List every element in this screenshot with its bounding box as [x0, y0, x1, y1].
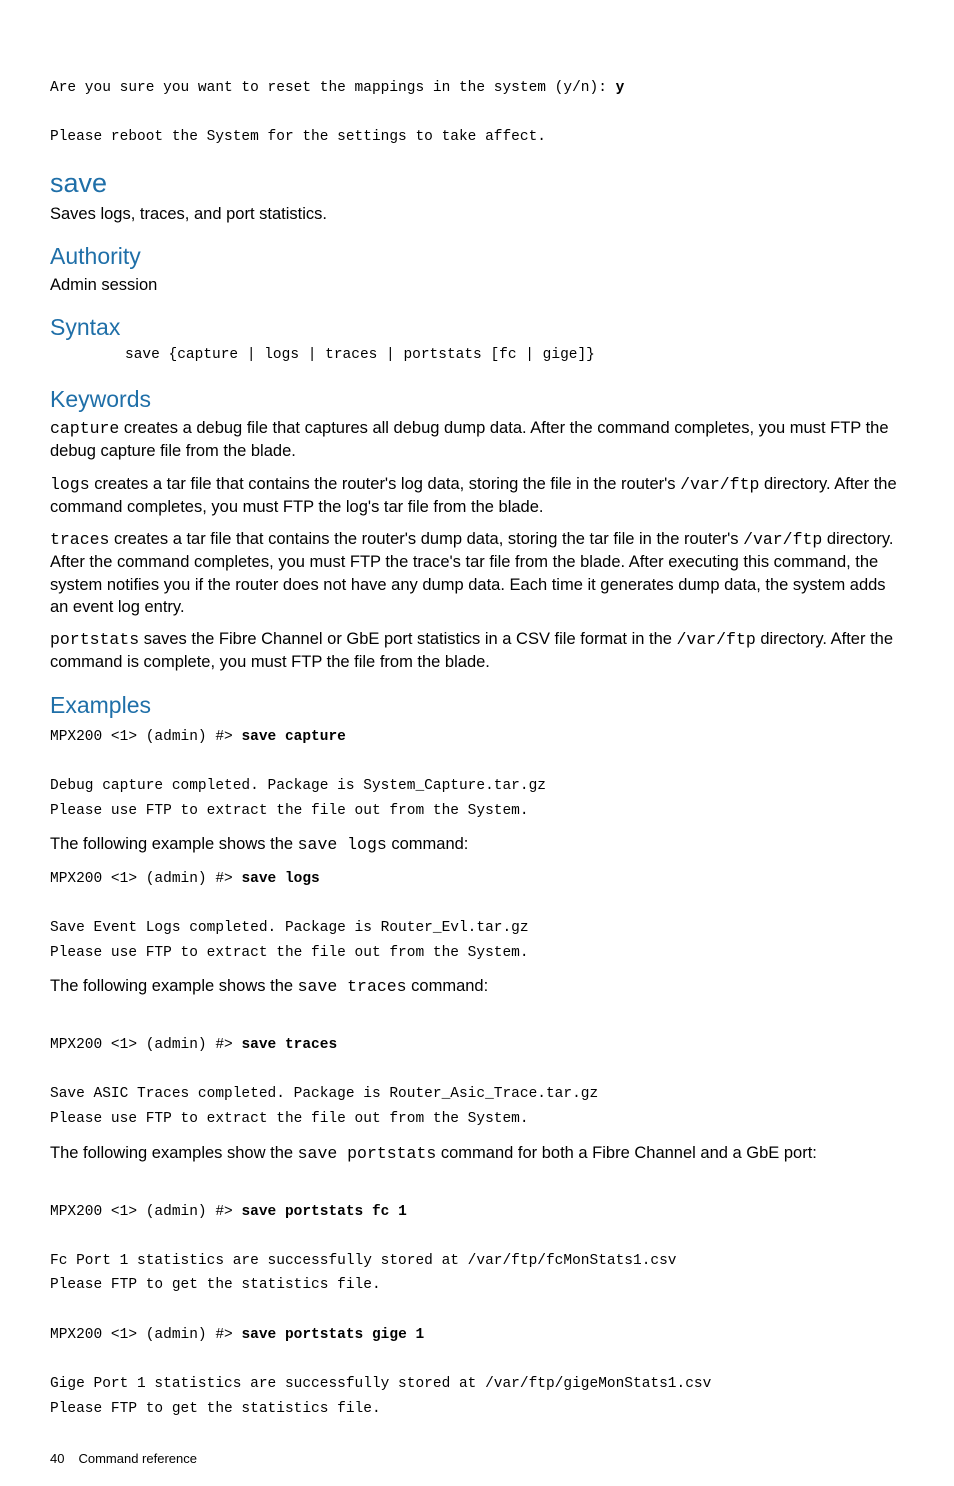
kw-capture-text: creates a debug file that captures all d… [50, 419, 889, 460]
ex4b-cmd: save portstats gige 1 [241, 1327, 424, 1343]
ex4-intro-code: save portstats [298, 1144, 437, 1163]
keyword-portstats: portstats saves the Fibre Channel or GbE… [50, 628, 904, 674]
kw-traces-path: /var/ftp [743, 530, 822, 549]
ex4a-cmd: save portstats fc 1 [241, 1204, 406, 1220]
kw-logs-code: logs [50, 475, 90, 494]
ex3-output: Save ASIC Traces completed. Package is R… [50, 1086, 598, 1127]
save-description: Saves logs, traces, and port statistics. [50, 203, 904, 225]
heading-examples: Examples [50, 692, 904, 719]
ex2-intro-code: save logs [298, 835, 387, 854]
terminal-output-top: Are you sure you want to reset the mappi… [50, 76, 904, 150]
ex1-cmd: save capture [241, 729, 345, 745]
authority-body: Admin session [50, 274, 904, 296]
reset-prompt-input: y [616, 80, 625, 96]
kw-portstats-path: /var/ftp [677, 630, 756, 649]
ex2-prompt: MPX200 <1> (admin) #> [50, 871, 241, 887]
ex2-output: Save Event Logs completed. Package is Ro… [50, 920, 529, 961]
ex2-intro-b: command: [387, 835, 469, 853]
kw-portstats-text1: saves the Fibre Channel or GbE port stat… [139, 630, 676, 648]
ex3-intro-code: save traces [298, 977, 407, 996]
ex4b-output: Gige Port 1 statistics are successfully … [50, 1376, 711, 1417]
ex3-cmd: save traces [241, 1037, 337, 1053]
syntax-code: save {capture | logs | traces | portstat… [125, 343, 904, 368]
kw-traces-text1: creates a tar file that contains the rou… [109, 530, 743, 548]
keyword-capture: capture creates a debug file that captur… [50, 417, 904, 463]
heading-syntax: Syntax [50, 314, 904, 341]
ex2-intro-a: The following example shows the [50, 835, 298, 853]
ex4-intro-a: The following examples show the [50, 1144, 298, 1162]
kw-logs-path: /var/ftp [680, 475, 759, 494]
kw-traces-code: traces [50, 530, 109, 549]
heading-save: save [50, 168, 904, 199]
ex1-output: Debug capture completed. Package is Syst… [50, 778, 546, 819]
keyword-traces: traces creates a tar file that contains … [50, 528, 904, 618]
ex3-prompt: MPX200 <1> (admin) #> [50, 1037, 241, 1053]
ex1-prompt: MPX200 <1> (admin) #> [50, 729, 241, 745]
example-1: MPX200 <1> (admin) #> save capture Debug… [50, 725, 904, 824]
keyword-logs: logs creates a tar file that contains th… [50, 473, 904, 519]
ex4a-output: Fc Port 1 statistics are successfully st… [50, 1253, 677, 1294]
heading-keywords: Keywords [50, 386, 904, 413]
ex4-intro-b: command for both a Fibre Channel and a G… [436, 1144, 817, 1162]
example-4-intro: The following examples show the save por… [50, 1142, 904, 1165]
example-3-intro: The following example shows the save tra… [50, 975, 904, 998]
example-4: MPX200 <1> (admin) #> save portstats fc … [50, 1175, 904, 1421]
example-2: MPX200 <1> (admin) #> save logs Save Eve… [50, 867, 904, 966]
ex4a-prompt: MPX200 <1> (admin) #> [50, 1204, 241, 1220]
heading-authority: Authority [50, 243, 904, 270]
ex2-cmd: save logs [241, 871, 319, 887]
footer-title: Command reference [78, 1451, 197, 1466]
kw-portstats-code: portstats [50, 630, 139, 649]
kw-capture-code: capture [50, 419, 119, 438]
ex3-intro-a: The following example shows the [50, 977, 298, 995]
reboot-notice: Please reboot the System for the setting… [50, 129, 546, 145]
ex4b-prompt: MPX200 <1> (admin) #> [50, 1327, 241, 1343]
ex3-intro-b: command: [407, 977, 489, 995]
page-number: 40 [50, 1451, 64, 1466]
reset-prompt-text: Are you sure you want to reset the mappi… [50, 80, 616, 96]
page-footer: 40 Command reference [50, 1451, 904, 1466]
kw-logs-text1: creates a tar file that contains the rou… [90, 475, 681, 493]
example-2-intro: The following example shows the save log… [50, 833, 904, 856]
example-3: MPX200 <1> (admin) #> save traces Save A… [50, 1008, 904, 1131]
